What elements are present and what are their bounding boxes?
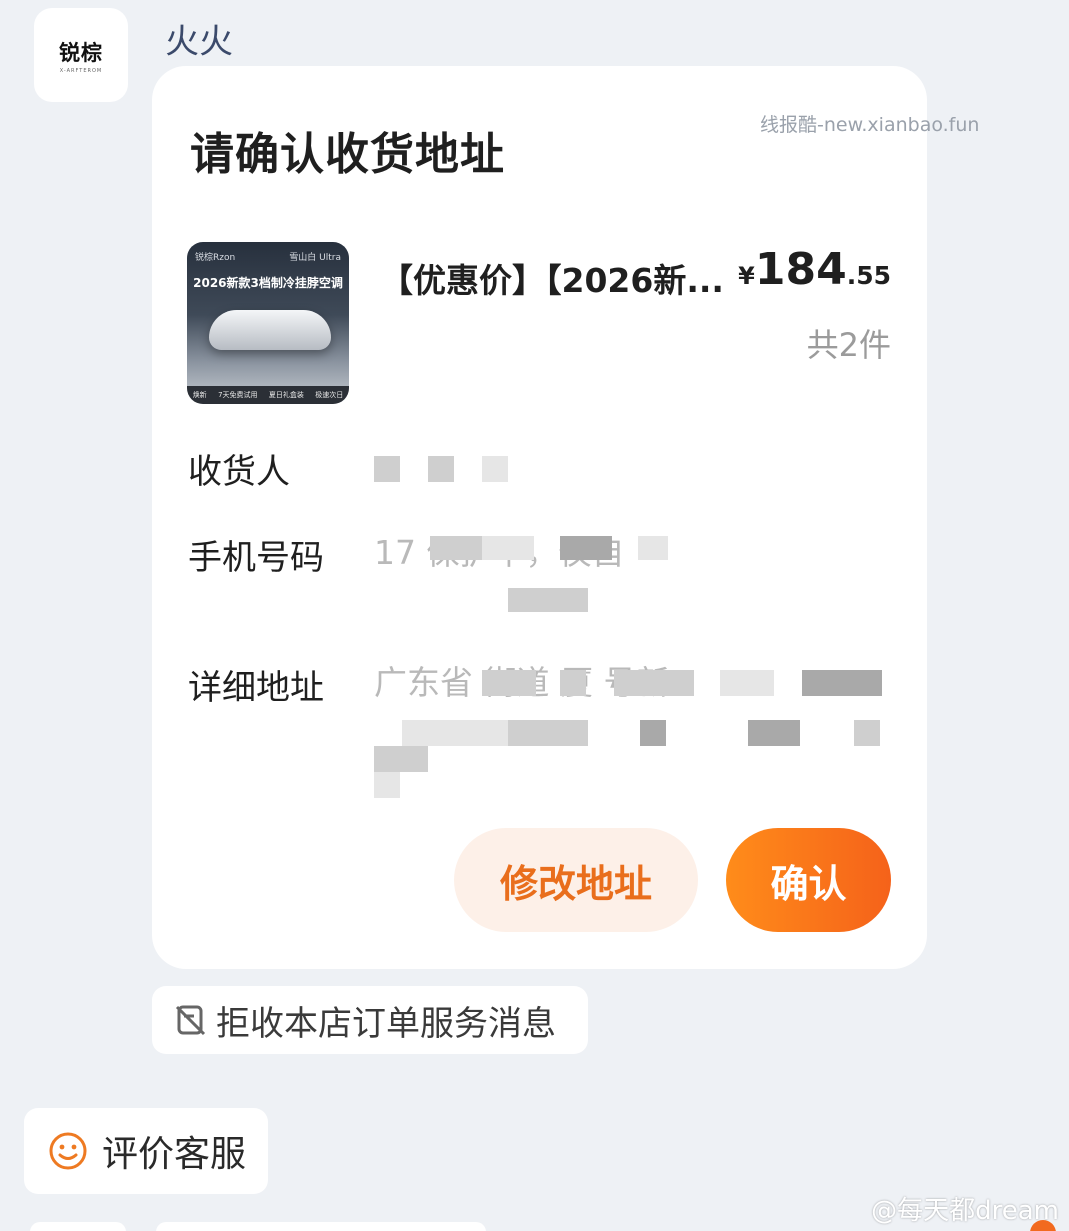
feature-label: 夏日礼盒装 bbox=[268, 391, 304, 399]
blur-mosaic bbox=[640, 720, 666, 746]
product-quantity: 共2件 bbox=[806, 326, 891, 364]
blur-mosaic bbox=[374, 746, 428, 772]
blur-mosaic bbox=[802, 670, 882, 696]
feature-label: 7天免费试用 bbox=[218, 391, 258, 399]
blur-mosaic bbox=[402, 720, 512, 746]
address-confirm-card: 请确认收货地址 锐棕Rzon 雪山白 Ultra 2026新款3档制冷挂脖空调 … bbox=[152, 66, 927, 969]
product-price: ¥184.55 bbox=[738, 244, 891, 295]
blur-mosaic bbox=[482, 456, 508, 482]
product-image-headline: 2026新款3档制冷挂脖空调 bbox=[193, 276, 343, 290]
address-label: 详细地址 bbox=[188, 668, 324, 708]
card-title: 请确认收货地址 bbox=[190, 129, 505, 180]
modify-address-button[interactable]: 修改地址 bbox=[454, 828, 698, 932]
blur-mosaic bbox=[374, 772, 400, 798]
smile-icon bbox=[49, 1132, 87, 1170]
blur-mosaic bbox=[748, 720, 800, 746]
price-integer: 184 bbox=[754, 244, 847, 295]
blur-mosaic bbox=[374, 456, 400, 482]
product-image[interactable]: 锐棕Rzon 雪山白 Ultra 2026新款3档制冷挂脖空调 焕新 7天免费试… bbox=[187, 242, 349, 404]
blur-mosaic bbox=[508, 720, 588, 746]
price-decimal: .55 bbox=[846, 261, 891, 290]
feature-label: 极速次日 bbox=[315, 391, 344, 399]
rate-service-button[interactable]: 评价客服 bbox=[24, 1108, 268, 1194]
reject-service-messages-label: 拒收本店订单服务消息 bbox=[216, 1003, 556, 1044]
recipient-label: 收货人 bbox=[188, 452, 290, 492]
watermark-bottom: @每天都dream bbox=[871, 1196, 1059, 1226]
blur-mosaic bbox=[430, 536, 482, 560]
blur-mosaic bbox=[508, 588, 588, 612]
confirm-button[interactable]: 确认 bbox=[726, 828, 891, 932]
watermark-top: 线报酷-new.xianbao.fun bbox=[760, 114, 980, 136]
shop-avatar[interactable]: 锐棕 X-ARFTEROM bbox=[34, 8, 128, 102]
blur-mosaic bbox=[560, 670, 586, 696]
next-message-bubble bbox=[156, 1222, 486, 1231]
blur-mosaic bbox=[560, 536, 612, 560]
next-message-avatar bbox=[30, 1222, 126, 1231]
blur-mosaic bbox=[854, 720, 880, 746]
product-name[interactable]: 【优惠价】【2026新... bbox=[380, 254, 730, 302]
blur-mosaic bbox=[482, 670, 536, 696]
sender-name: 火火 bbox=[165, 22, 233, 62]
product-image-tag: 雪山白 Ultra bbox=[289, 253, 341, 263]
product-image-brand: 锐棕Rzon bbox=[195, 253, 236, 263]
price-currency: ¥ bbox=[738, 262, 755, 290]
blur-mosaic bbox=[638, 536, 668, 560]
blur-mosaic bbox=[428, 456, 454, 482]
rate-service-label: 评价客服 bbox=[102, 1134, 247, 1175]
phone-label: 手机号码 bbox=[188, 538, 324, 578]
reject-service-messages-button[interactable]: 拒收本店订单服务消息 bbox=[152, 986, 588, 1054]
blur-mosaic bbox=[482, 536, 534, 560]
blur-mosaic bbox=[614, 670, 694, 696]
feature-label: 焕新 bbox=[192, 391, 207, 399]
shop-logo: 锐棕 bbox=[59, 40, 103, 65]
no-message-icon bbox=[175, 1005, 206, 1036]
neck-fan-device-graphic bbox=[209, 310, 331, 350]
product-image-features: 焕新 7天免费试用 夏日礼盒装 极速次日 bbox=[187, 386, 349, 404]
blur-mosaic bbox=[720, 670, 774, 696]
shop-logo-subtitle: X-ARFTEROM bbox=[59, 67, 103, 74]
chat-screen: 锐棕 X-ARFTEROM 火火 请确认收货地址 锐棕Rzon 雪山白 Ultr… bbox=[0, 0, 1069, 1231]
